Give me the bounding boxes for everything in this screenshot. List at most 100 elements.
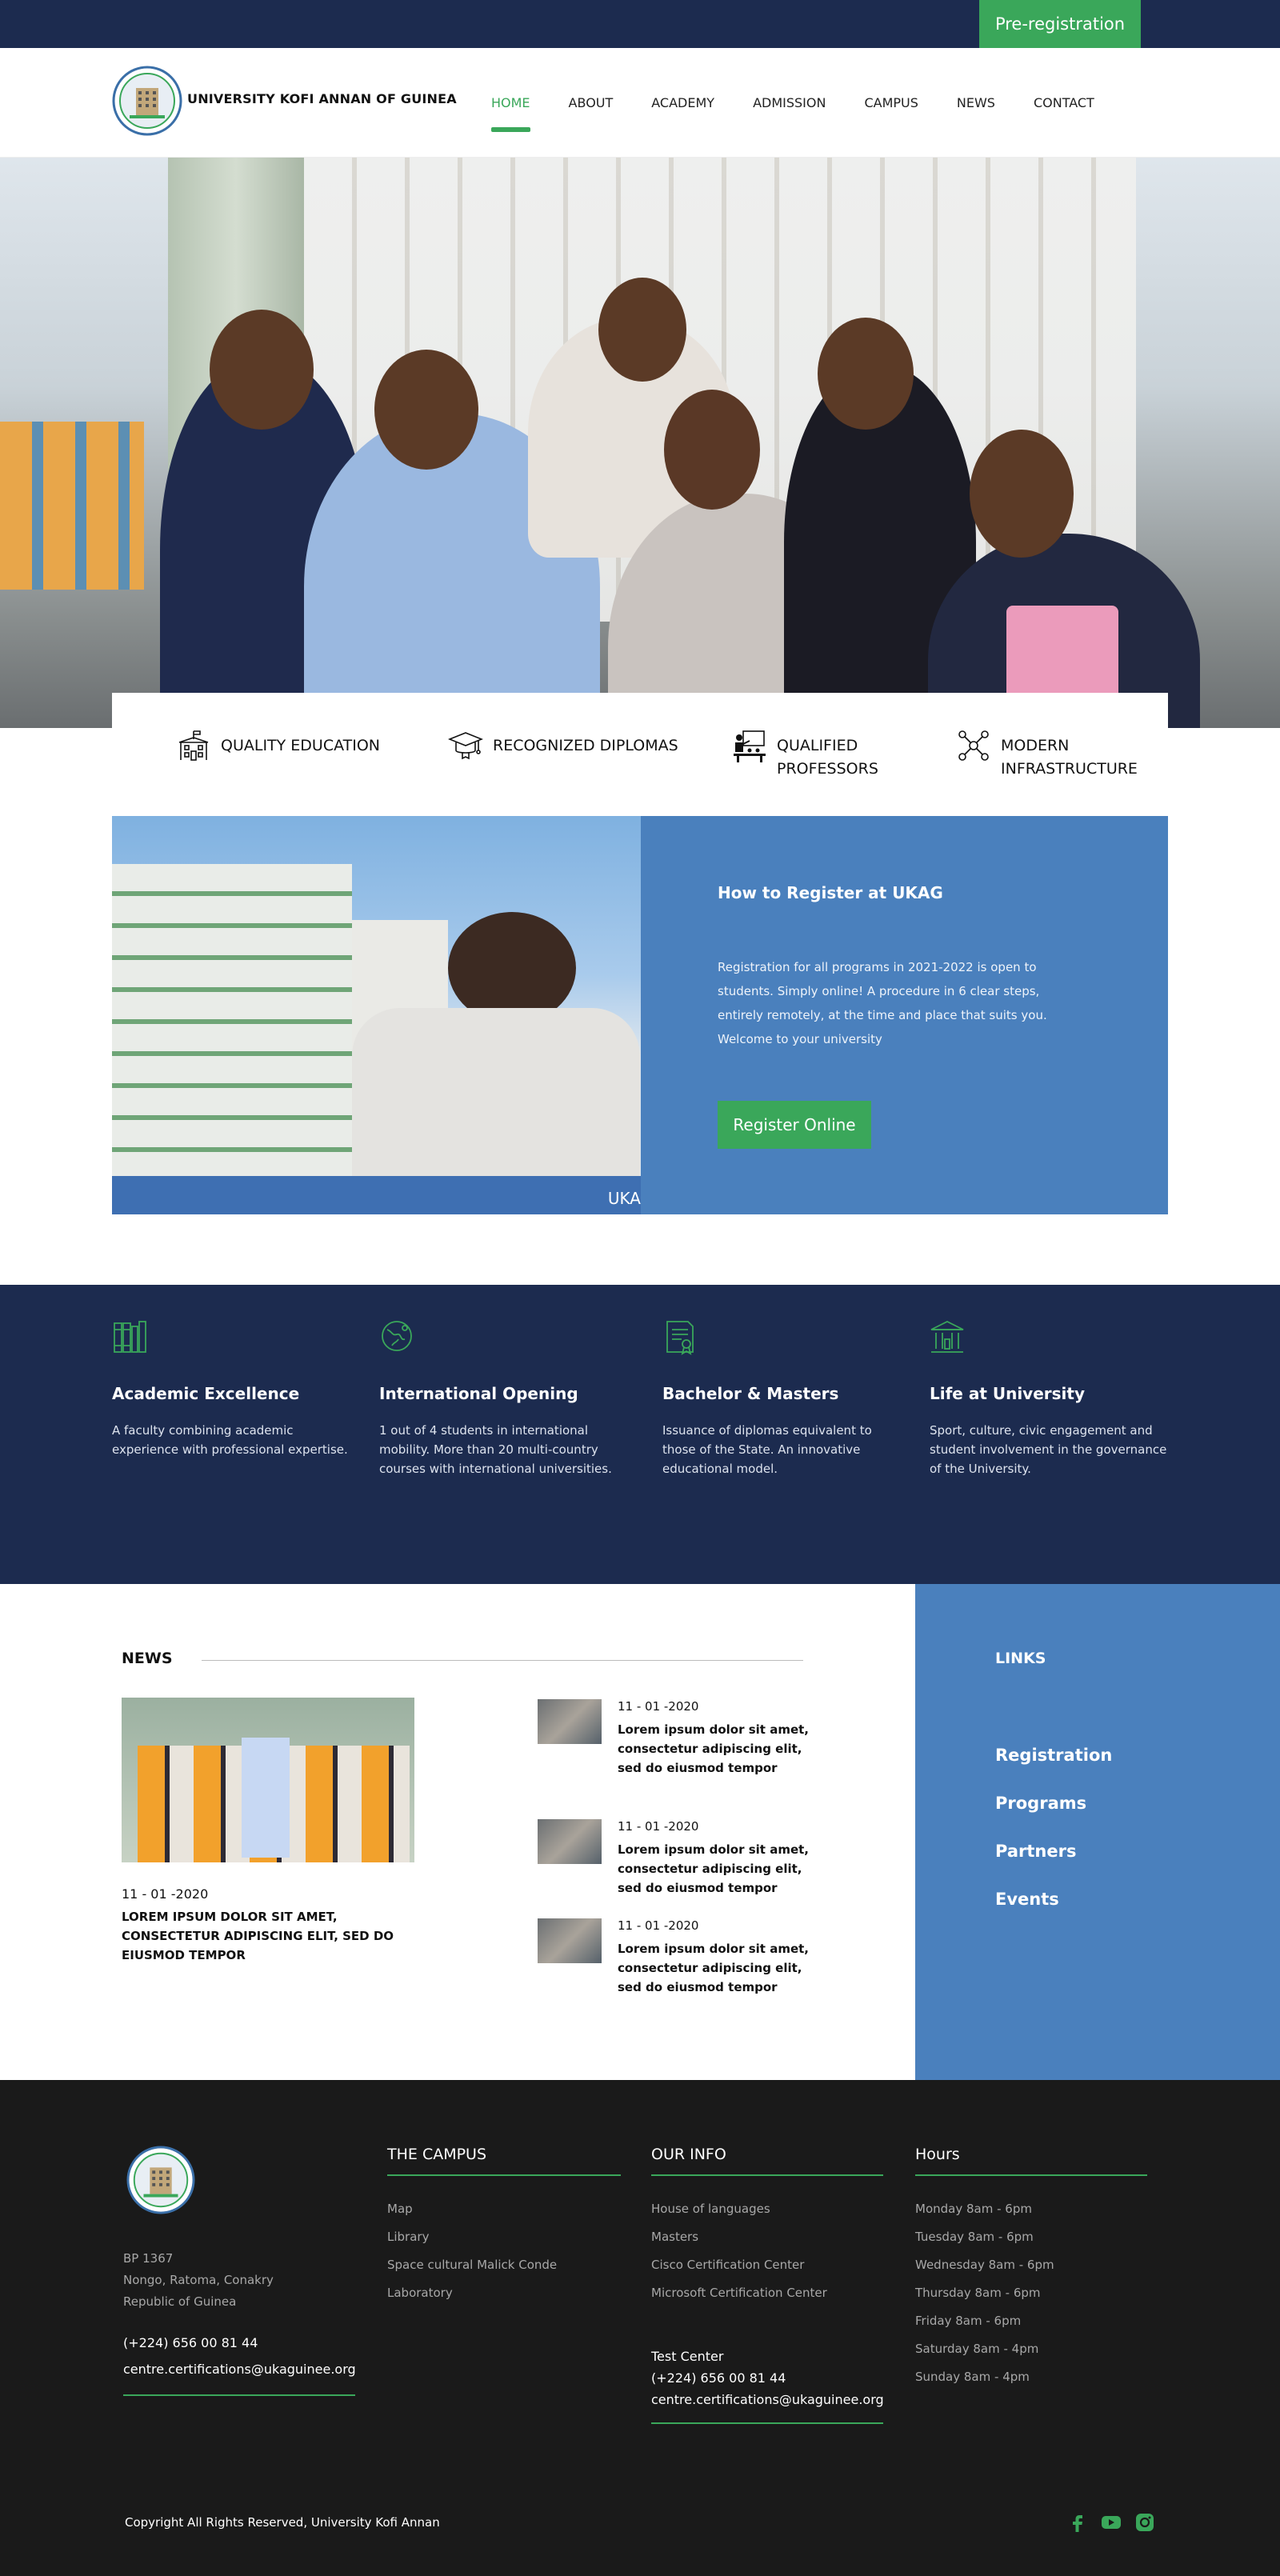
footer-link-map[interactable]: Map: [387, 2195, 557, 2223]
hours-item: Thursday 8am - 6pm: [915, 2286, 1041, 2300]
news-date: 11 - 01 -2020: [618, 1699, 699, 1714]
footer-column-title: THE CAMPUS: [387, 2146, 487, 2163]
nav-academy[interactable]: ACADEMY: [632, 48, 734, 158]
footer-phone[interactable]: (+224) 656 00 81 44: [123, 2330, 356, 2356]
feature-quality-education: QUALITY EDUCATION: [176, 730, 381, 763]
footer-link-space-cultural[interactable]: Space cultural Malick Conde: [387, 2251, 557, 2279]
hours-item: Monday 8am - 6pm: [915, 2202, 1032, 2216]
address-line: Nongo, Ratoma, Conakry: [123, 2273, 274, 2287]
footer-link-house-of-languages[interactable]: House of languages: [651, 2195, 827, 2223]
news-date: 11 - 01 -2020: [618, 1819, 699, 1834]
link-programs[interactable]: Programs: [995, 1794, 1086, 1813]
student-face: [210, 310, 314, 430]
register-text: Registration for all programs in 2021-20…: [718, 960, 1047, 1046]
news-thumbnail: [538, 1699, 602, 1744]
nav-contact[interactable]: CONTACT: [1014, 48, 1114, 158]
photo-person: [242, 1738, 290, 1858]
student-face: [664, 390, 760, 510]
footer-link-microsoft[interactable]: Microsoft Certification Center: [651, 2279, 827, 2307]
hero-image: [0, 158, 1280, 728]
feature-recognized-diplomas: RECOGNIZED DIPLOMAS: [448, 732, 678, 763]
hours-item: Friday 8am - 6pm: [915, 2314, 1022, 2328]
student-face: [818, 318, 914, 430]
value-text: A faculty combining academic experience …: [112, 1423, 348, 1457]
hero-left-building: [0, 422, 144, 590]
link-partners[interactable]: Partners: [995, 1842, 1076, 1861]
photo-tag: UKA: [607, 1189, 641, 1208]
news-main-headline[interactable]: LOREM IPSUM DOLOR SIT AMET, CONSECTETUR …: [122, 1907, 426, 1965]
nav-news[interactable]: NEWS: [938, 48, 1014, 158]
footer-column-title: OUR INFO: [651, 2146, 726, 2163]
hours-item: Sunday 8am - 4pm: [915, 2370, 1030, 2384]
graduation-cap-icon: [448, 732, 483, 760]
value-academic-excellence: Academic Excellence A faculty combining …: [112, 1318, 352, 1459]
diploma-icon: [666, 1321, 694, 1355]
features-strip: QUALITY EDUCATION RECOGNIZED DIPLOMAS QU…: [112, 693, 1168, 787]
test-center-label: Test Center: [651, 2349, 724, 2364]
link-registration[interactable]: Registration: [995, 1746, 1112, 1765]
nav-campus[interactable]: CAMPUS: [845, 48, 937, 158]
value-text: Sport, culture, civic engagement and stu…: [930, 1423, 1167, 1476]
value-title: Bachelor & Masters: [662, 1384, 839, 1403]
facebook-icon[interactable]: [1067, 2512, 1088, 2533]
feature-label: QUALIFIED PROFESSORS: [777, 737, 878, 778]
register-online-button[interactable]: Register Online: [718, 1101, 871, 1149]
brand-name[interactable]: UNIVERSITY KOFI ANNAN OF GUINEA: [187, 91, 457, 106]
footer-divider: [387, 2174, 621, 2176]
pre-registration-button[interactable]: Pre-registration: [979, 0, 1141, 48]
news-date: 11 - 01 -2020: [618, 1918, 699, 1933]
value-life-at-university: Life at University Sport, culture, civic…: [930, 1318, 1170, 1478]
news-headline[interactable]: Lorem ipsum dolor sit amet, consectetur …: [618, 1720, 810, 1778]
photo-person-head: [448, 912, 576, 1024]
address-line: Republic of Guinea: [123, 2294, 237, 2309]
nav-about[interactable]: ABOUT: [550, 48, 633, 158]
student-face: [598, 278, 686, 382]
photo-railing: [112, 1176, 641, 1214]
test-center-email[interactable]: centre.certifications@ukaguinee.org: [651, 2389, 884, 2410]
test-center-phone[interactable]: (+224) 656 00 81 44: [651, 2367, 884, 2389]
network-nodes-icon: [958, 730, 989, 761]
nav-home[interactable]: HOME: [472, 48, 550, 158]
news-headline[interactable]: Lorem ipsum dolor sit amet, consectetur …: [618, 1840, 810, 1898]
links-panel: LINKS Registration Programs Partners Eve…: [915, 1584, 1280, 2080]
footer-logo[interactable]: [126, 2146, 195, 2214]
nav-admission[interactable]: ADMISSION: [734, 48, 845, 158]
feature-label: QUALITY EDUCATION: [221, 737, 381, 754]
value-text: 1 out of 4 students in international mob…: [379, 1423, 612, 1476]
footer-link-laboratory[interactable]: Laboratory: [387, 2279, 557, 2307]
feature-label: RECOGNIZED DIPLOMAS: [493, 737, 678, 754]
news-thumbnail: [538, 1918, 602, 1963]
value-title: Academic Excellence: [112, 1384, 300, 1403]
student-face: [374, 350, 478, 470]
news-divider: [202, 1660, 803, 1661]
top-bar: Pre-registration: [0, 0, 1280, 48]
footer-link-library[interactable]: Library: [387, 2223, 557, 2251]
footer-link-cisco[interactable]: Cisco Certification Center: [651, 2251, 827, 2279]
value-title: Life at University: [930, 1384, 1086, 1403]
news-main-image[interactable]: [122, 1698, 414, 1862]
values-band: Academic Excellence A faculty combining …: [0, 1285, 1280, 1584]
university-logo[interactable]: [112, 66, 182, 136]
value-bachelor-masters: Bachelor & Masters Issuance of diplomas …: [662, 1318, 902, 1478]
footer-link-masters[interactable]: Masters: [651, 2223, 827, 2251]
footer-divider: [915, 2174, 1147, 2176]
student-face: [970, 430, 1074, 558]
news-thumbnail: [538, 1819, 602, 1864]
value-title: International Opening: [379, 1384, 578, 1403]
university-building-icon: [930, 1320, 964, 1353]
register-photo: UKA: [112, 816, 641, 1214]
hours-item: Tuesday 8am - 6pm: [915, 2230, 1034, 2244]
hours-item: Saturday 8am - 4pm: [915, 2342, 1039, 2356]
links-heading: LINKS: [995, 1650, 1046, 1667]
instagram-icon[interactable]: [1134, 2512, 1155, 2533]
footer-divider: [651, 2422, 883, 2424]
news-headline[interactable]: Lorem ipsum dolor sit amet, consectetur …: [618, 1939, 810, 1997]
link-events[interactable]: Events: [995, 1890, 1059, 1909]
main-nav: HOME ABOUT ACADEMY ADMISSION CAMPUS NEWS…: [472, 48, 1114, 158]
footer-column-title: Hours: [915, 2146, 960, 2163]
feature-qualified-professors: QUALIFIED PROFESSORS: [732, 730, 889, 781]
value-international-opening: International Opening 1 out of 4 student…: [379, 1318, 619, 1478]
youtube-icon[interactable]: [1101, 2512, 1122, 2533]
footer-divider: [123, 2394, 355, 2396]
footer-email[interactable]: centre.certifications@ukaguinee.org: [123, 2356, 356, 2382]
